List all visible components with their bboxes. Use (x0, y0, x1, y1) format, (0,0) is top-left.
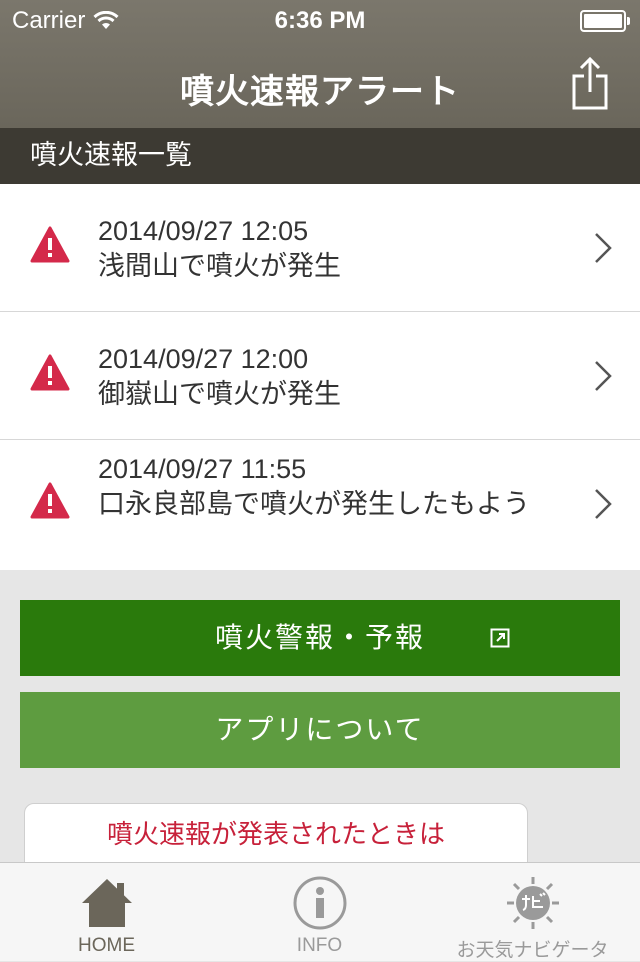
tab-label: HOME (78, 935, 135, 956)
alert-list-header: 噴火速報一覧 (0, 128, 640, 184)
section-title: 噴火速報一覧 (30, 140, 192, 171)
page-title: 噴火速報アラート (180, 72, 460, 112)
alert-message: 口永良部島で噴火が発生したもよう (98, 489, 530, 520)
alert-datetime: 2014/09/27 12:00 (98, 344, 309, 374)
chevron-right-icon (595, 489, 612, 519)
alert-row[interactable]: 2014/09/27 11:55 口永良部島で噴火が発生したもよう (0, 440, 640, 570)
info-icon (293, 876, 346, 930)
share-icon[interactable] (570, 56, 610, 110)
eruption-alerts-forecast-button[interactable]: 噴火警報・予報 (20, 600, 620, 676)
tab-weather-navigator[interactable]: お天気ナビゲータ (426, 863, 639, 961)
tab-label: INFO (296, 935, 343, 956)
status-time: 6:36 PM (274, 7, 366, 34)
warning-icon (30, 482, 70, 519)
alert-list: 2014/09/27 12:05 浅間山で噴火が発生 2014/09/27 12… (0, 184, 640, 570)
external-link-icon (490, 628, 510, 648)
chevron-right-icon (595, 233, 612, 263)
warning-icon (30, 226, 70, 263)
home-icon (81, 879, 132, 927)
status-bar: Carrier 6:36 PM (0, 0, 640, 40)
alert-datetime: 2014/09/27 12:05 (98, 216, 309, 246)
alert-message: 御嶽山で噴火が発生 (98, 379, 341, 410)
battery-icon (580, 10, 630, 32)
alert-row[interactable]: 2014/09/27 12:05 浅間山で噴火が発生 (0, 184, 640, 312)
alert-message: 浅間山で噴火が発生 (98, 251, 341, 282)
notice-text: 噴火速報が発表されたときは (106, 820, 445, 850)
button-label: アプリについて (215, 713, 425, 746)
navigation-header: Carrier 6:36 PM 噴火速報アラート (0, 0, 640, 128)
tab-label: お天気ナビゲータ (456, 939, 609, 961)
warning-icon (30, 354, 70, 391)
alert-datetime: 2014/09/27 11:55 (98, 454, 307, 484)
button-label: 噴火警報・予報 (214, 621, 425, 654)
alert-row[interactable]: 2014/09/27 12:00 御嶽山で噴火が発生 (0, 312, 640, 440)
tab-info[interactable]: INFO (213, 863, 426, 961)
tab-home[interactable]: HOME (0, 863, 213, 961)
chevron-right-icon (595, 361, 612, 391)
tab-bar: HOME INFO お天気ナビゲータ (0, 862, 640, 961)
weather-navi-icon (506, 877, 559, 929)
about-app-button[interactable]: アプリについて (20, 692, 620, 768)
